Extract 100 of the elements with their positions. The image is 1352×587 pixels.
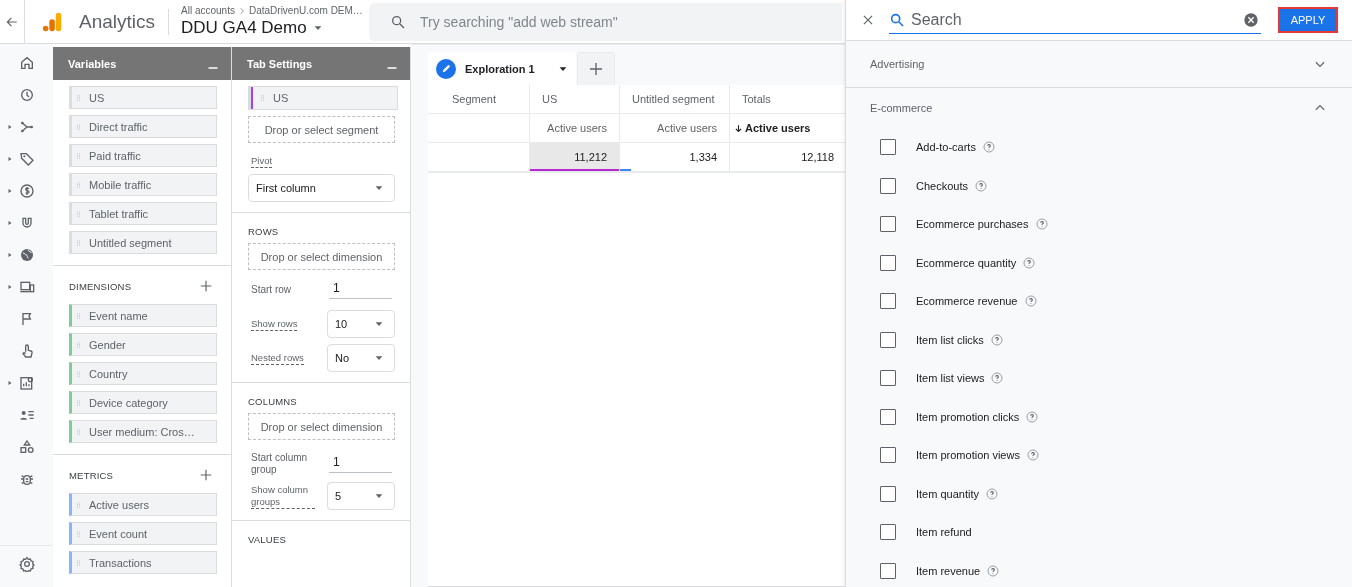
variable-chip[interactable]: Mobile traffic [69,173,217,196]
expand-arrow-icon[interactable] [6,379,13,387]
dollar-icon[interactable] [19,183,35,199]
variable-chip[interactable]: Event name [69,304,217,327]
magnet-icon[interactable] [19,215,35,231]
checkbox[interactable] [880,139,896,156]
metric-label[interactable]: Item promotion views [916,449,1020,462]
drop-zone[interactable]: Drop or select dimension [248,243,395,270]
metric-label[interactable]: Item quantity [916,487,979,500]
metric-label[interactable]: Checkouts [916,179,968,192]
setting-label: Show column groups [251,483,315,509]
variable-chip[interactable]: Paid traffic [69,144,217,167]
search-field[interactable]: Try searching "add web stream" [420,6,821,37]
clock-icon[interactable] [19,87,35,103]
help-icon[interactable] [975,179,987,192]
number-field[interactable]: 1 [329,281,392,299]
chip-label: Transactions [89,556,152,569]
account-name[interactable]: DataDrivenU.com DEM… [248,5,363,16]
exploration-tab[interactable]: Exploration 1 [428,52,576,85]
home-icon[interactable] [19,55,35,71]
checkbox[interactable] [880,177,896,194]
metric-header[interactable]: Active users [619,114,729,143]
drop-zone[interactable]: Drop or select dimension [248,413,395,440]
variable-chip[interactable]: Active users [69,493,217,516]
expand-arrow-icon[interactable] [6,219,13,227]
expand-arrow-icon[interactable] [6,155,13,163]
report-search-icon[interactable] [19,375,35,391]
variable-chip[interactable]: Country [69,362,217,385]
variable-chip[interactable]: US [248,86,398,110]
variable-chip[interactable]: Tablet traffic [69,202,217,225]
help-icon[interactable] [1023,256,1036,269]
checkbox[interactable] [880,524,896,541]
metric-label[interactable]: Item revenue [916,564,981,577]
breadcrumb-link[interactable]: All accounts [181,5,235,16]
clear-icon[interactable] [1243,11,1259,28]
checkbox[interactable] [880,370,896,387]
help-icon[interactable] [990,333,1003,346]
help-icon[interactable] [987,564,1000,577]
property-selector[interactable]: DDU GA4 Demo [181,18,360,38]
expand-arrow-icon[interactable] [6,283,13,291]
metric-label[interactable]: Item list views [916,372,985,385]
shapes-icon[interactable] [19,439,35,455]
variable-chip[interactable]: US [69,86,217,109]
expand-arrow-icon[interactable] [6,187,13,195]
checkbox[interactable] [880,562,896,579]
dropdown[interactable]: 5 [327,482,395,510]
touch-icon[interactable] [19,343,35,359]
metric-label[interactable]: Add-to-carts [916,141,976,154]
drop-zone[interactable]: Drop or select segment [248,116,395,143]
checkbox[interactable] [880,447,896,464]
help-icon[interactable] [1024,295,1037,308]
help-icon[interactable] [1026,449,1039,462]
help-icon[interactable] [986,487,998,500]
add-tab-button[interactable] [577,52,615,85]
variable-chip[interactable]: User medium: Cros… [69,420,217,443]
variable-chip[interactable]: Direct traffic [69,115,217,138]
number-field[interactable]: 1 [329,455,392,473]
help-icon[interactable] [1026,410,1039,423]
chip-label: US [89,91,105,104]
plus-icon[interactable] [199,468,213,482]
variable-chip[interactable]: Untitled segment [69,231,217,254]
checkbox[interactable] [880,408,896,425]
expand-arrow-icon[interactable] [6,251,13,259]
globe-icon[interactable] [19,247,35,263]
plus-icon[interactable] [199,279,213,293]
apply-button[interactable]: APPLY [1278,7,1338,33]
metric-label[interactable]: Item refund [916,526,972,539]
metric-label[interactable]: Item list clicks [916,333,984,346]
checkbox[interactable] [880,331,896,348]
tag-icon[interactable] [19,151,35,167]
variable-chip[interactable]: Transactions [69,551,217,574]
close-icon[interactable] [861,13,875,27]
metric-label[interactable]: Ecommerce revenue [916,295,1018,308]
search-field[interactable]: Search [911,7,1237,32]
variable-chip[interactable]: Gender [69,333,217,356]
expand-arrow-icon[interactable] [6,123,13,131]
checkbox[interactable] [880,293,896,310]
branch-icon[interactable] [19,119,35,135]
metric-label[interactable]: Ecommerce quantity [916,256,1017,269]
checkbox[interactable] [880,485,896,502]
variable-chip[interactable]: Device category [69,391,217,414]
category-header[interactable]: E-commerce [846,88,1352,128]
metric-label[interactable]: Ecommerce purchases [916,218,1029,231]
help-icon[interactable] [991,372,1004,385]
devices-icon[interactable] [19,279,35,295]
help-icon[interactable] [982,141,995,154]
dropdown[interactable]: 10 [327,310,395,338]
metric-label[interactable]: Item promotion clicks [916,410,1020,423]
dropdown[interactable]: No [327,344,395,372]
settings-icon[interactable] [18,556,35,572]
dropdown[interactable]: First column [248,174,395,202]
search-icon [889,11,905,28]
help-icon[interactable] [1035,218,1048,231]
search-bar[interactable]: Try searching "add web stream" [369,2,843,41]
checkbox[interactable] [880,254,896,271]
search-bar[interactable]: Search [889,6,1261,34]
chip-label: Device category [89,396,168,409]
category-header[interactable]: Advertising [846,41,1352,88]
variable-chip[interactable]: Event count [69,522,217,545]
checkbox[interactable] [880,216,896,233]
